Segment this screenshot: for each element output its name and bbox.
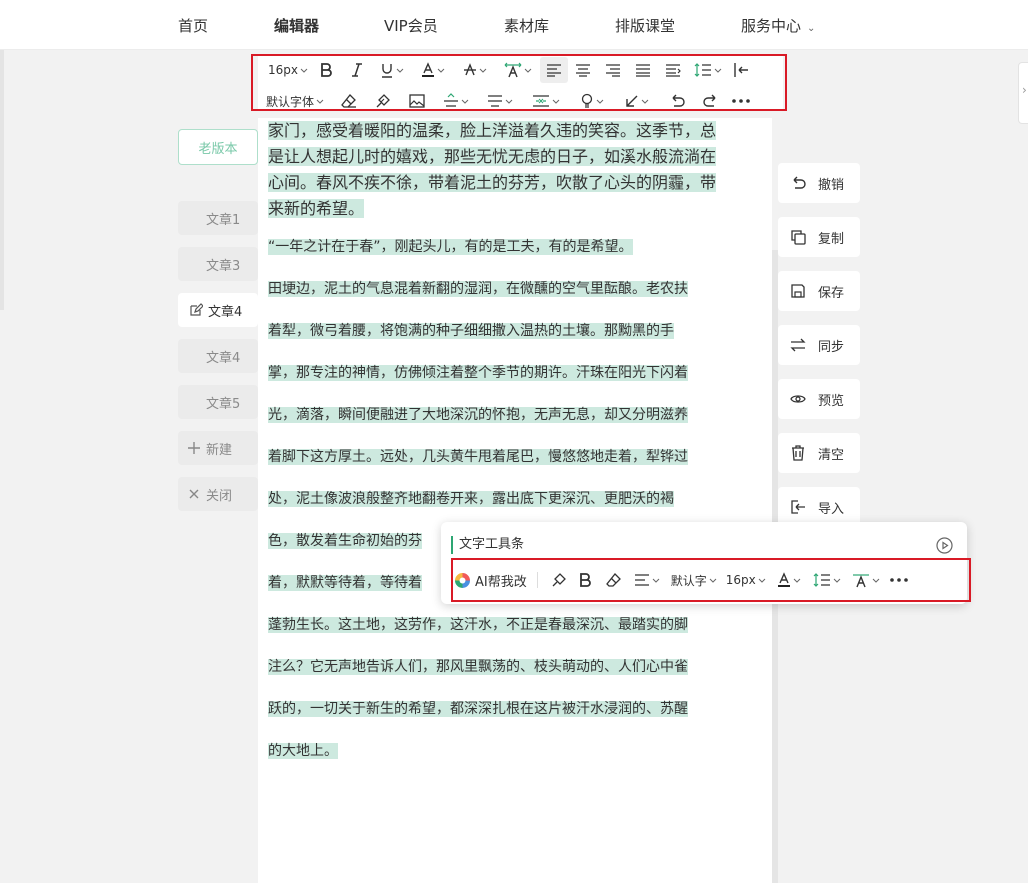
text-line[interactable]: 跃的，一切关于新生的希望，都深深扎根在这片被汗水浸润的、苏醒 [268,701,688,717]
text-line[interactable]: 处，泥土像波浪般整齐地翻卷开来，露出底下更深沉、更肥沃的褐 [268,491,674,507]
doc-item[interactable]: 文章3 [178,247,258,281]
preview-label: 预览 [818,393,845,409]
sync-button[interactable]: 同步 [778,325,860,365]
text-line[interactable]: “一年之计在于春”，刚起头儿，有的是工夫，有的是希望。 [268,239,633,255]
doc-item[interactable]: 文章1 [178,201,258,235]
text-line[interactable]: 心间。春风不疾不徐，带着泥土的芬芳，吹散了心头的阴霾，带 [268,173,717,192]
chevron-down-icon: ⌄ [807,23,816,34]
left-edge [0,50,4,310]
save-icon [790,283,806,299]
top-nav: 首页 编辑器 VIP会员 素材库 排版课堂 服务中心 ⌄ [0,0,1028,50]
copy-button[interactable]: 复制 [778,217,860,257]
new-label: 新建 [206,442,233,458]
paragraph-2[interactable]: “一年之计在于春”，刚起头儿，有的是工夫，有的是希望。 田埂边，泥土的气息混着新… [268,226,764,772]
clear-label: 清空 [818,447,845,463]
trash-icon [790,445,806,461]
doc-item[interactable]: 文章5 [178,385,258,419]
copy-icon [790,229,806,245]
text-line[interactable]: 着，默默等待着，等待着 [268,575,422,591]
nav-course[interactable]: 排版课堂 [615,15,675,36]
text-line[interactable]: 蓬勃生长。这土地，这劳作，这汗水，不正是春最深沉、最踏实的脚 [268,617,688,633]
text-line[interactable]: 田埂边，泥土的气息混着新翻的湿润，在微醺的空气里酝酿。老农扶 [268,281,688,297]
old-version-button[interactable]: 老版本 [178,129,258,165]
close-icon [184,484,204,504]
import-label: 导入 [818,501,845,517]
annotation-box-toolbar [251,54,787,111]
text-line[interactable]: 的大地上。 [268,743,338,759]
eye-icon [790,391,806,407]
undo-icon [790,175,806,191]
import-icon [790,499,806,515]
import-button[interactable]: 导入 [778,487,860,527]
annotation-box-text-toolbar [451,558,971,602]
doc-item[interactable]: 文章4 [178,339,258,373]
paragraph-1[interactable]: 家门，感受着暖阳的温柔，脸上洋溢着久违的笑容。这季节，总 是让人想起儿时的嬉戏，… [268,118,764,222]
text-toolbar-title: 文字工具条 [451,536,524,554]
copy-label: 复制 [818,231,845,247]
nav-editor[interactable]: 编辑器 [274,15,319,36]
nav-service-label: 服务中心 [741,17,802,35]
close-doc-button[interactable]: 关闭 [178,477,258,511]
text-line[interactable]: 家门，感受着暖阳的温柔，脸上洋溢着久违的笑容。这季节，总 [268,121,717,140]
edit-icon [186,300,206,320]
collapse-tab[interactable]: › [1018,62,1028,124]
nav-materials[interactable]: 素材库 [504,15,549,36]
doc-label: 文章4 [208,304,243,320]
doc-item-active[interactable]: 文章4 [178,293,258,327]
text-line[interactable]: 注么？它无声地告诉人们，那风里飘荡的、枝头萌动的、人们心中雀 [268,659,688,675]
text-line[interactable]: 光，滴落，瞬间便融进了大地深沉的怀抱，无声无息，却又分明滋养 [268,407,688,423]
nav-home[interactable]: 首页 [178,15,208,36]
text-line[interactable]: 掌，那专注的神情，仿佛倾注着整个季节的期许。汗珠在阳光下闪着 [268,365,688,381]
save-label: 保存 [818,285,845,301]
text-line[interactable]: 着犁，微弓着腰，将饱满的种子细细撒入温热的土壤。那黝黑的手 [268,323,674,339]
nav-vip[interactable]: VIP会员 [384,15,438,36]
play-icon[interactable] [936,537,953,554]
nav-service[interactable]: 服务中心 ⌄ [741,15,815,36]
clear-button[interactable]: 清空 [778,433,860,473]
save-button[interactable]: 保存 [778,271,860,311]
text-line[interactable]: 色，散发着生命初始的芬 [268,533,422,549]
new-doc-button[interactable]: 新建 [178,431,258,465]
plus-icon [184,438,204,458]
sync-icon [790,337,806,353]
undo-label: 撤销 [818,177,845,193]
preview-button[interactable]: 预览 [778,379,860,419]
sync-label: 同步 [818,339,845,355]
chevron-right-icon: › [1022,83,1027,97]
close-label: 关闭 [206,488,233,504]
undo-button[interactable]: 撤销 [778,163,860,203]
text-line[interactable]: 来新的希望。 [268,199,365,218]
text-line[interactable]: 着脚下这方厚土。远处，几头黄牛甩着尾巴，慢悠悠地走着，犁铧过 [268,449,688,465]
text-line[interactable]: 是让人想起儿时的嬉戏，那些无忧无虑的日子，如溪水般流淌在 [268,147,717,166]
